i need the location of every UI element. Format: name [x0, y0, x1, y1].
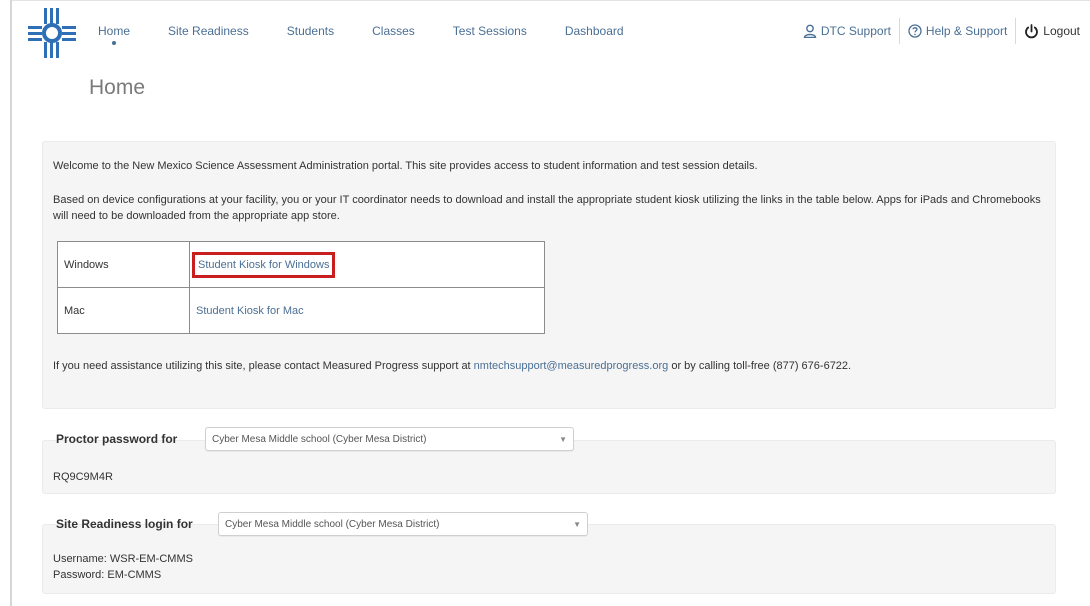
support-email-link[interactable]: nmtechsupport@measuredprogress.org	[474, 360, 669, 372]
nav-students[interactable]: Students	[287, 24, 334, 38]
site-readiness-login-label: Site Readiness login for	[56, 517, 193, 531]
site-readiness-school-select[interactable]: Cyber Mesa Middle school (Cyber Mesa Dis…	[218, 512, 588, 536]
kiosk-link-cell: Student Kiosk for Windows	[189, 241, 545, 288]
nav-site-readiness[interactable]: Site Readiness	[168, 24, 249, 38]
kiosk-link-cell: Student Kiosk for Mac	[189, 287, 545, 334]
kiosk-os-cell: Mac	[57, 287, 190, 334]
assistance-text: If you need assistance utilizing this si…	[53, 358, 1043, 374]
utility-links: DTC Support Help & Support Logout	[795, 18, 1088, 44]
page-title: Home	[89, 76, 146, 99]
table-row: Mac Student Kiosk for Mac	[57, 287, 545, 334]
table-row: Windows Student Kiosk for Windows	[57, 241, 545, 288]
site-readiness-school-value: Cyber Mesa Middle school (Cyber Mesa Dis…	[225, 518, 440, 530]
kiosk-download-table: Windows Student Kiosk for Windows Mac St…	[57, 241, 545, 334]
dtc-support-link[interactable]: DTC Support	[795, 18, 899, 44]
nav-dashboard[interactable]: Dashboard	[565, 24, 624, 38]
nav-classes[interactable]: Classes	[372, 24, 415, 38]
welcome-panel: Welcome to the New Mexico Science Assess…	[42, 141, 1056, 409]
zia-logo-icon[interactable]	[28, 8, 76, 58]
help-support-link[interactable]: Help & Support	[898, 18, 1015, 44]
frame-left-border	[10, 0, 12, 606]
logout-label: Logout	[1043, 24, 1080, 38]
proctor-password-value: RQ9C9M4R	[53, 471, 113, 483]
main-nav: Home Site Readiness Students Classes Tes…	[98, 24, 662, 45]
help-icon	[908, 24, 922, 38]
chevron-down-icon: ▼	[573, 519, 581, 529]
kiosk-mac-link[interactable]: Student Kiosk for Mac	[196, 305, 304, 317]
proctor-school-value: Cyber Mesa Middle school (Cyber Mesa Dis…	[212, 433, 427, 445]
proctor-school-select[interactable]: Cyber Mesa Middle school (Cyber Mesa Dis…	[205, 427, 574, 451]
power-icon	[1024, 23, 1039, 39]
kiosk-instructions-text: Based on device configurations at your f…	[53, 194, 1041, 222]
logout-link[interactable]: Logout	[1015, 18, 1088, 44]
nav-home[interactable]: Home	[98, 24, 130, 45]
site-readiness-password: Password: EM-CMMS	[53, 569, 162, 581]
proctor-password-label: Proctor password for	[56, 432, 178, 446]
site-readiness-username: Username: WSR-EM-CMMS	[53, 553, 193, 565]
dtc-support-label: DTC Support	[820, 24, 891, 38]
kiosk-windows-link[interactable]: Student Kiosk for Windows	[198, 259, 329, 271]
assistance-text-end: or by calling toll-free (877) 676-6722.	[668, 360, 852, 372]
help-support-label: Help & Support	[925, 24, 1008, 38]
welcome-intro-text: Welcome to the New Mexico Science Assess…	[53, 160, 758, 172]
kiosk-os-cell: Windows	[57, 241, 190, 288]
top-bar: Home Site Readiness Students Classes Tes…	[12, 0, 1090, 66]
nav-test-sessions[interactable]: Test Sessions	[453, 24, 527, 38]
highlight-box: Student Kiosk for Windows	[192, 251, 336, 278]
user-icon	[803, 24, 817, 38]
chevron-down-icon: ▼	[559, 434, 567, 444]
assistance-text-start: If you need assistance utilizing this si…	[53, 360, 474, 372]
